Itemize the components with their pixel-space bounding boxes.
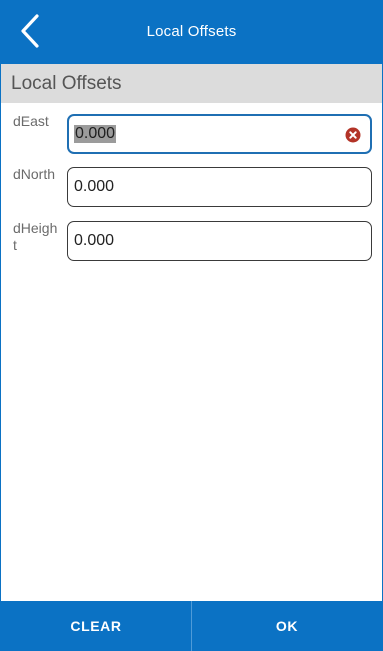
app-bar: Local Offsets bbox=[1, 0, 382, 64]
field-row-dnorth: dNorth 0.000 bbox=[1, 163, 382, 213]
section-header: Local Offsets bbox=[1, 64, 382, 103]
chevron-left-icon bbox=[21, 14, 39, 48]
back-button[interactable] bbox=[7, 8, 53, 54]
dheight-input[interactable]: 0.000 bbox=[67, 221, 372, 261]
local-offsets-screen: Local Offsets Local Offsets dEast 0.000 … bbox=[0, 0, 383, 651]
dnorth-label: dNorth bbox=[13, 166, 56, 182]
bottom-action-bar: CLEAR OK bbox=[1, 601, 382, 651]
deast-value: 0.000 bbox=[74, 125, 117, 143]
clear-button[interactable]: CLEAR bbox=[1, 601, 191, 651]
field-row-deast: dEast 0.000 bbox=[1, 110, 382, 160]
dnorth-input[interactable]: 0.000 bbox=[67, 167, 372, 207]
section-title: Local Offsets bbox=[11, 73, 122, 94]
deast-label: dEast bbox=[13, 113, 49, 129]
dheight-value: 0.000 bbox=[74, 232, 115, 249]
ok-button[interactable]: OK bbox=[192, 601, 382, 651]
dheight-label: dHeight bbox=[13, 220, 58, 253]
dnorth-value: 0.000 bbox=[74, 178, 115, 195]
clear-circle-icon[interactable] bbox=[345, 127, 361, 143]
deast-input[interactable]: 0.000 bbox=[67, 114, 372, 154]
page-title: Local Offsets bbox=[146, 23, 237, 40]
field-row-dheight: dHeight 0.000 bbox=[1, 217, 382, 267]
